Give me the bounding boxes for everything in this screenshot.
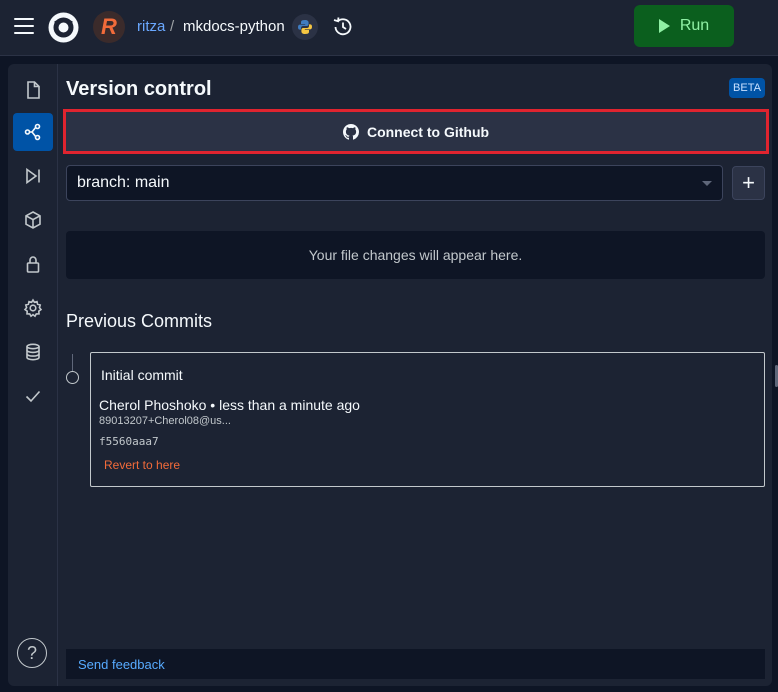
sidebar-item-packages[interactable] xyxy=(13,201,53,239)
run-button-label: Run xyxy=(679,17,710,34)
run-button[interactable]: Run xyxy=(634,5,734,47)
commit-hash[interactable]: f5560aaa7 xyxy=(99,435,159,448)
commit-author-line: Cherol Phoshoko • less than a minute ago xyxy=(99,397,360,413)
database-icon xyxy=(26,343,40,361)
github-icon xyxy=(342,123,359,140)
file-changes-area: Your file changes will appear here. xyxy=(66,231,765,279)
sidebar-item-secrets[interactable] xyxy=(13,245,53,283)
sidebar-item-files[interactable] xyxy=(13,71,53,109)
sidebar-item-settings[interactable] xyxy=(13,289,53,327)
add-branch-button[interactable]: + xyxy=(732,166,765,200)
feedback-bar: Send feedback xyxy=(66,649,765,679)
send-feedback-link[interactable]: Send feedback xyxy=(78,657,165,672)
commit-email: 89013207+Cherol08@us... xyxy=(99,415,231,427)
file-icon xyxy=(27,81,40,99)
plus-icon: + xyxy=(742,170,755,195)
breadcrumb-repl-name[interactable]: mkdocs-python xyxy=(183,18,285,35)
chevron-down-icon xyxy=(702,181,712,186)
breadcrumb-separator: / xyxy=(170,18,175,35)
avatar-letter: R xyxy=(101,14,117,39)
revert-to-here-link[interactable]: Revert to here xyxy=(104,458,180,472)
commit-timeline-line xyxy=(72,354,73,372)
replit-logo-icon[interactable] xyxy=(47,11,80,44)
sidebar-item-unit-tests[interactable] xyxy=(13,377,53,415)
beta-badge: BETA xyxy=(729,78,765,98)
settings-gear-icon xyxy=(23,298,43,318)
commit-message: Initial commit xyxy=(101,367,183,383)
debugger-icon xyxy=(26,167,40,185)
help-button[interactable]: ? xyxy=(17,638,47,668)
connect-to-github-button[interactable]: Connect to Github xyxy=(63,109,769,154)
previous-commits-heading: Previous Commits xyxy=(66,311,213,331)
tool-sidebar: ? xyxy=(8,64,58,686)
help-icon: ? xyxy=(26,642,37,663)
branch-select-value: branch: main xyxy=(77,174,170,191)
version-control-icon xyxy=(24,123,41,141)
menu-icon[interactable] xyxy=(14,18,34,34)
checkmark-icon xyxy=(25,390,41,403)
version-control-panel: ? Version control BETA Connect to Github… xyxy=(8,64,772,686)
commit-timeline-dot xyxy=(66,371,79,384)
sidebar-item-version-control[interactable] xyxy=(13,113,53,151)
play-icon xyxy=(658,19,670,33)
avatar[interactable]: R xyxy=(93,11,125,43)
top-bar: R ritza / mkdocs-python Run xyxy=(0,0,778,56)
sidebar-item-database[interactable] xyxy=(13,333,53,371)
sidebar-item-debugger[interactable] xyxy=(13,157,53,195)
file-changes-empty-text: Your file changes will appear here. xyxy=(308,247,523,263)
connect-to-github-label: Connect to Github xyxy=(366,123,490,140)
commit-card: Initial commit Cherol Phoshoko • less th… xyxy=(90,352,765,487)
history-icon[interactable] xyxy=(332,16,354,38)
breadcrumb-user-link[interactable]: ritza xyxy=(137,18,165,35)
packages-icon xyxy=(25,211,41,229)
secrets-lock-icon xyxy=(26,256,40,273)
python-language-icon[interactable] xyxy=(292,14,318,40)
panel-title: Version control xyxy=(66,78,212,100)
branch-select[interactable]: branch: main xyxy=(66,165,723,201)
